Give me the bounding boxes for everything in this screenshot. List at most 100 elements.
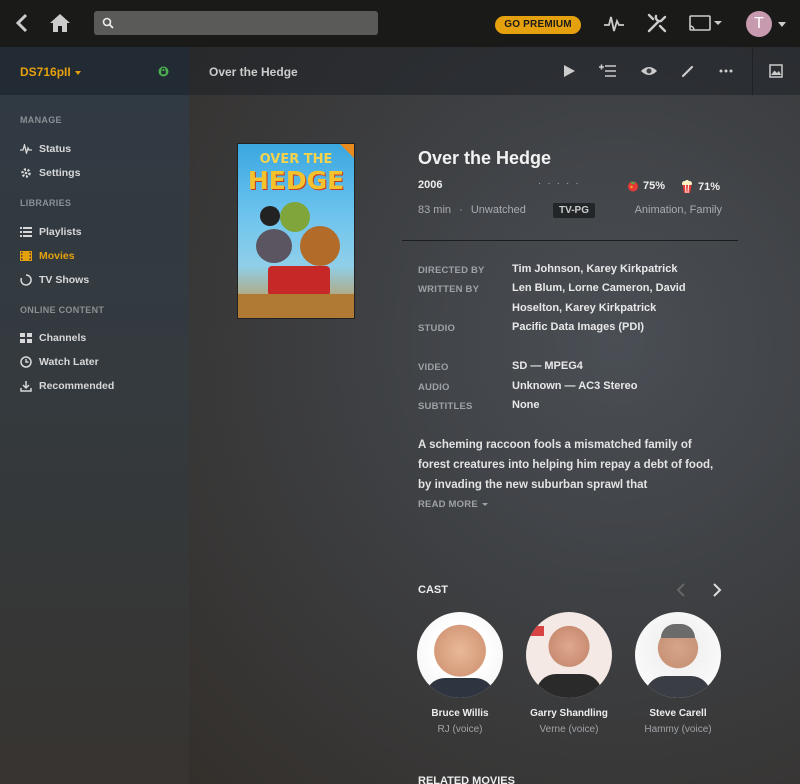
written-by-label: WRITTEN BY — [418, 284, 480, 295]
sidebar-item-label: Recommended — [39, 380, 115, 392]
film-icon — [20, 251, 32, 261]
cast-member[interactable]: Bruce Willis RJ (voice) — [405, 612, 515, 735]
popcorn-icon — [682, 180, 692, 193]
sidebar-item-channels[interactable]: Channels — [20, 332, 86, 344]
sidebar-item-settings[interactable]: Settings — [20, 167, 80, 179]
studio-value[interactable]: Pacific Data Images (PDI) — [512, 318, 722, 338]
home-icon[interactable] — [48, 11, 72, 35]
eye-icon[interactable] — [640, 64, 658, 78]
sidebar-item-label: Settings — [39, 167, 81, 179]
content-header: Over the Hedge — [189, 47, 800, 95]
cast-icon[interactable] — [688, 13, 724, 33]
sidebar-item-playlists[interactable]: Playlists — [20, 226, 82, 238]
top-bar: GO PREMIUM T — [0, 0, 800, 47]
chevron-down-icon[interactable] — [777, 22, 787, 28]
page-title: Over the Hedge — [209, 65, 298, 79]
poster-character-raccoon — [256, 229, 292, 263]
sidebar-item-label: Playlists — [39, 226, 82, 238]
header-separator — [752, 47, 753, 95]
poster-title-line2: HEDGE — [247, 166, 345, 195]
divider — [402, 240, 738, 241]
studio-label: STUDIO — [418, 323, 456, 334]
sidebar-item-label: Movies — [39, 250, 75, 262]
movie-summary: A scheming raccoon fools a mismatched fa… — [418, 439, 714, 491]
sidebar-item-label: Status — [39, 143, 72, 155]
tools-icon[interactable] — [646, 12, 668, 34]
user-avatar[interactable]: T — [746, 11, 772, 37]
cast-member[interactable]: Steve Carell Hammy (voice) — [623, 612, 733, 735]
subtitles-value: None — [512, 399, 540, 411]
activity-icon — [20, 144, 32, 154]
poster-title-line1: OVER THE — [259, 152, 333, 167]
back-arrow-icon[interactable] — [12, 12, 32, 34]
video-label: VIDEO — [418, 362, 449, 373]
server-selector[interactable]: DS716pII — [20, 65, 81, 79]
directed-by-value[interactable]: Tim Johnson, Karey Kirkpatrick — [512, 260, 722, 280]
cast-suit — [645, 676, 711, 698]
meta-separator: · — [459, 204, 463, 216]
cast-name: Garry Shandling — [530, 708, 608, 719]
main-content: Over the Hedge OVER THE HEDGE Over the H… — [189, 47, 800, 784]
tomato-icon — [628, 181, 638, 192]
cast-photo — [526, 612, 612, 698]
subtitles-label: SUBTITLES — [418, 401, 473, 412]
sidebar-item-label: TV Shows — [39, 274, 90, 286]
movie-genres: Animation, Family — [634, 204, 722, 216]
download-icon — [20, 381, 32, 392]
critic-rating: 75% — [627, 180, 665, 192]
chevron-left-icon[interactable] — [675, 583, 687, 597]
chevron-right-icon[interactable] — [711, 583, 723, 597]
critic-rating-value: 75% — [643, 180, 666, 192]
sidebar: DS716pII MANAGE Status Settings LIBRARIE… — [0, 47, 189, 784]
sidebar-item-movies[interactable]: Movies — [20, 250, 75, 262]
movie-meta: 83 min · Unwatched — [418, 204, 526, 216]
movie-duration: 83 min — [418, 204, 452, 216]
play-icon[interactable] — [562, 64, 576, 78]
read-more-button[interactable]: READ MORE — [418, 499, 488, 510]
movie-year: 2006 — [418, 179, 443, 191]
poster-character-skunk — [260, 206, 280, 226]
sidebar-item-label: Watch Later — [39, 356, 99, 368]
user-rating-stars[interactable]: ····· — [538, 178, 585, 189]
server-header: DS716pII — [0, 47, 189, 95]
grid-icon — [20, 333, 32, 343]
section-libraries: LIBRARIES — [20, 198, 72, 208]
poster-character-squirrel — [300, 226, 340, 266]
sidebar-item-recommended[interactable]: Recommended — [20, 380, 114, 392]
cast-name: Bruce Willis — [431, 708, 489, 719]
cast-member[interactable]: Garry Shandling Verne (voice) — [514, 612, 624, 735]
add-to-queue-icon[interactable] — [599, 64, 617, 78]
cast-heading: CAST — [418, 584, 448, 596]
gear-icon — [21, 168, 31, 178]
cast-role: Hammy (voice) — [644, 724, 712, 735]
content-rating-badge: TV-PG — [553, 203, 596, 218]
video-value: SD — MPEG4 — [512, 360, 583, 372]
cast-photo — [635, 612, 721, 698]
written-by-value[interactable]: Len Blum, Lorne Cameron, David Hoselton,… — [512, 279, 722, 318]
cast-backdrop-text — [528, 626, 544, 636]
search-icon — [102, 17, 114, 29]
poster-character-turtle — [280, 202, 310, 232]
poster-lawnmower — [268, 266, 330, 296]
search-input[interactable] — [94, 11, 378, 35]
sidebar-item-tv-shows[interactable]: TV Shows — [20, 274, 89, 286]
section-manage: MANAGE — [20, 115, 62, 125]
list-icon — [20, 227, 32, 237]
audio-label: AUDIO — [418, 382, 450, 393]
more-icon[interactable] — [719, 69, 733, 73]
lock-icon — [158, 66, 169, 77]
sidebar-item-watch-later[interactable]: Watch Later — [20, 356, 99, 368]
sidebar-item-status[interactable]: Status — [20, 143, 71, 155]
edit-icon[interactable] — [681, 64, 695, 78]
cast-suit — [536, 674, 602, 698]
movie-poster[interactable]: OVER THE HEDGE — [237, 143, 355, 319]
spinner-icon — [20, 274, 32, 286]
go-premium-button[interactable]: GO PREMIUM — [495, 16, 581, 34]
cast-name: Steve Carell — [649, 708, 707, 719]
activity-icon[interactable] — [603, 13, 625, 33]
image-icon[interactable] — [769, 64, 783, 78]
poster-ground — [238, 294, 354, 318]
movie-title: Over the Hedge — [418, 148, 552, 168]
cast-hair — [661, 624, 695, 638]
section-online-content: ONLINE CONTENT — [20, 305, 105, 315]
